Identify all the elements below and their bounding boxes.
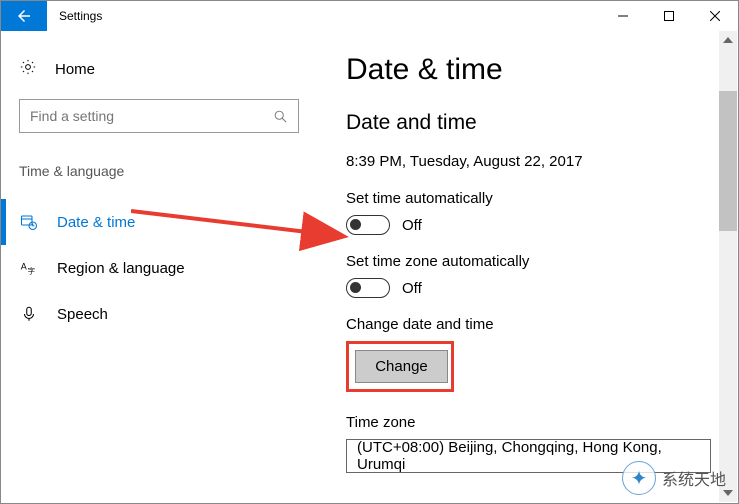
set-tz-auto-state: Off: [402, 280, 422, 297]
watermark-text: 系统天地: [662, 466, 726, 490]
maximize-icon: [664, 11, 674, 21]
set-tz-auto-label: Set time zone automatically: [346, 253, 738, 270]
set-time-auto-label: Set time automatically: [346, 190, 738, 207]
home-link[interactable]: Home: [19, 49, 346, 89]
main-content: Date & time Date and time 8:39 PM, Tuesd…: [346, 31, 738, 503]
sidebar-item-label: Region & language: [57, 260, 185, 277]
close-button[interactable]: [692, 1, 738, 31]
current-datetime: 8:39 PM, Tuesday, August 22, 2017: [346, 153, 738, 170]
search-icon: [273, 109, 288, 124]
set-time-auto-state: Off: [402, 217, 422, 234]
sidebar-item-speech[interactable]: Speech: [19, 291, 319, 337]
search-placeholder: Find a setting: [30, 108, 273, 124]
sidebar-item-date-time[interactable]: Date & time: [19, 199, 319, 245]
svg-text:字: 字: [28, 265, 36, 275]
maximize-button[interactable]: [646, 1, 692, 31]
scroll-up-button[interactable]: [719, 31, 737, 49]
annotation-highlight: Change: [346, 341, 454, 392]
change-button[interactable]: Change: [355, 350, 448, 383]
scrollbar-thumb[interactable]: [719, 91, 737, 231]
set-time-auto-toggle[interactable]: [346, 215, 390, 235]
home-label: Home: [55, 61, 95, 78]
sidebar-item-label: Date & time: [57, 214, 135, 231]
arrow-left-icon: [15, 7, 33, 25]
app-title: Settings: [47, 9, 600, 23]
back-button[interactable]: [1, 1, 47, 31]
sidebar-item-region-language[interactable]: A字 Region & language: [19, 245, 319, 291]
search-input[interactable]: Find a setting: [19, 99, 299, 133]
section-title: Date and time: [346, 111, 738, 135]
chevron-up-icon: [723, 37, 733, 43]
microphone-icon: [19, 305, 39, 323]
page-title: Date & time: [346, 53, 738, 87]
gear-icon: [19, 58, 37, 81]
titlebar: Settings: [1, 1, 738, 31]
group-label: Time & language: [19, 163, 346, 179]
change-date-time-label: Change date and time: [346, 316, 738, 333]
set-tz-auto-toggle[interactable]: [346, 278, 390, 298]
vertical-scrollbar[interactable]: [719, 31, 737, 502]
minimize-icon: [618, 11, 628, 21]
sidebar-item-label: Speech: [57, 306, 108, 323]
selection-indicator: [1, 199, 6, 245]
time-zone-label: Time zone: [346, 414, 738, 431]
watermark-logo-icon: ✦: [622, 461, 656, 495]
window-controls: [600, 1, 738, 31]
language-icon: A字: [19, 259, 39, 277]
sidebar: Home Find a setting Time & language Date…: [1, 31, 346, 503]
calendar-clock-icon: [19, 213, 39, 231]
minimize-button[interactable]: [600, 1, 646, 31]
watermark: ✦ 系统天地: [622, 461, 726, 495]
close-icon: [710, 11, 720, 21]
svg-text:A: A: [21, 262, 27, 272]
